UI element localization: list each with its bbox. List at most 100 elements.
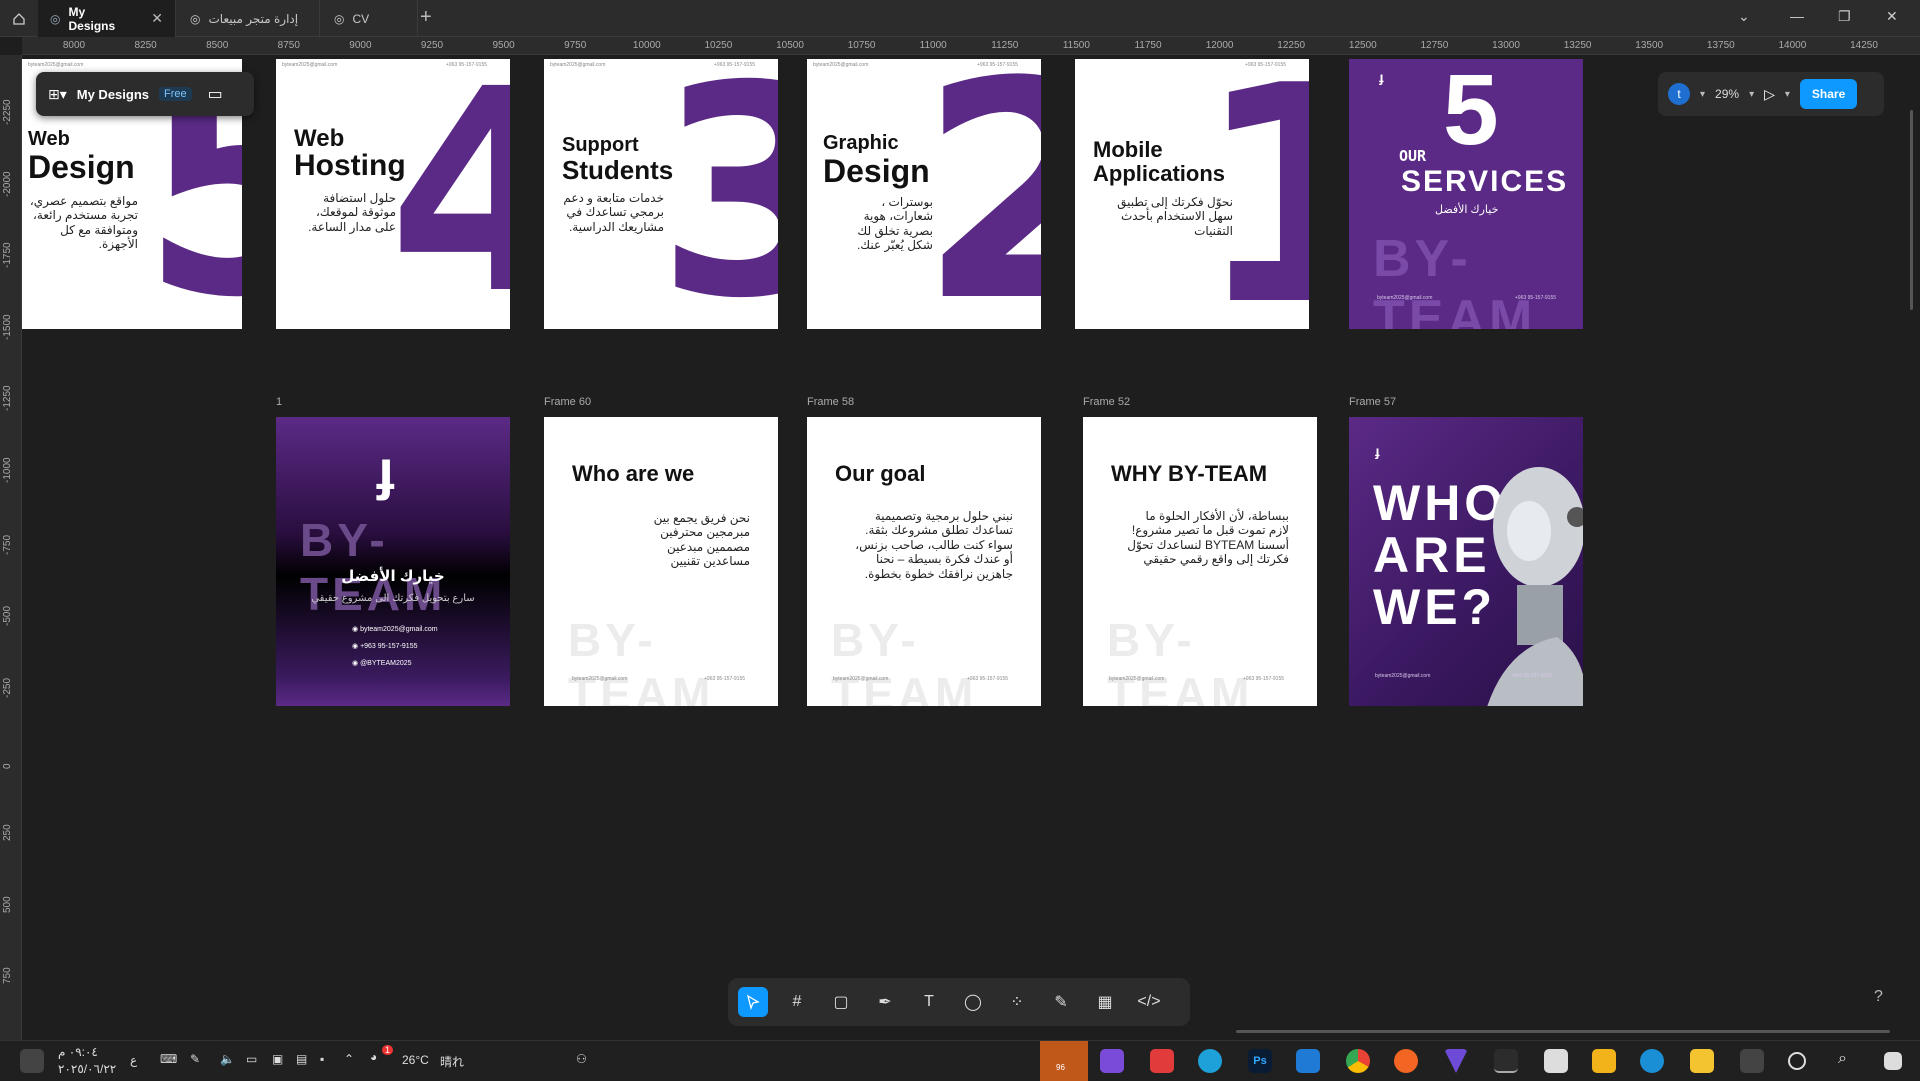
- people-icon[interactable]: ⚇: [576, 1052, 587, 1066]
- frame-label[interactable]: Frame 57: [1349, 396, 1396, 408]
- design-mode[interactable]: ▦: [1090, 987, 1120, 1017]
- home-icon[interactable]: [8, 8, 30, 30]
- draw-mode[interactable]: ✎: [1046, 987, 1076, 1017]
- frame-email: byteam2025@gmail.com: [1375, 673, 1431, 679]
- task-view-icon[interactable]: [1740, 1049, 1764, 1073]
- ruler-tick: -1250: [2, 385, 13, 412]
- telegram-icon[interactable]: 96: [1040, 1041, 1088, 1081]
- file-explorer-icon[interactable]: [1690, 1049, 1714, 1073]
- vscode-icon[interactable]: [1296, 1049, 1320, 1073]
- file-panel: ⊞▾ My Designs Free ▭: [36, 72, 254, 116]
- frame-mobile-applications[interactable]: +963 95-157-9155 1 Mobile Applications ن…: [1075, 59, 1309, 329]
- tab-my-designs[interactable]: ◎ My Designs ✕: [38, 0, 176, 37]
- store-icon[interactable]: [1592, 1049, 1616, 1073]
- figma-menu-icon[interactable]: ⊞▾: [48, 86, 67, 103]
- volume-icon[interactable]: 🔈: [220, 1052, 235, 1066]
- display-icon[interactable]: ▤: [296, 1052, 307, 1066]
- move-tool[interactable]: [738, 987, 768, 1017]
- minimize-button[interactable]: —: [1790, 8, 1804, 24]
- pen-tool[interactable]: ✒: [870, 987, 900, 1017]
- shape-tool[interactable]: ▢: [826, 987, 856, 1017]
- network-icon[interactable]: ▣: [272, 1052, 283, 1066]
- clock-date[interactable]: ٢٠٢٥/٠٦/٢٢: [58, 1062, 116, 1076]
- tab-sales-store[interactable]: ◎ إدارة متجر مبيعات: [178, 0, 320, 37]
- frame-label[interactable]: 1: [276, 396, 282, 408]
- figma-icon[interactable]: [1494, 1049, 1518, 1073]
- close-icon[interactable]: ✕: [151, 10, 163, 27]
- tab-cv[interactable]: ◎ CV: [322, 0, 418, 37]
- close-window-button[interactable]: ✕: [1886, 8, 1898, 25]
- visual-studio-icon[interactable]: [1100, 1049, 1124, 1073]
- design-canvas[interactable]: byteam2025@gmail.com 5 Web Design مواقع …: [22, 55, 1920, 1040]
- ruler-tick: 250: [2, 824, 13, 841]
- frame-our-goal[interactable]: Our goal نبني حلول برمجية وتصميمية تساعد…: [807, 417, 1041, 706]
- ruler-tick: 13000: [1492, 40, 1520, 51]
- postman-icon[interactable]: [1394, 1049, 1418, 1073]
- anydesk-icon[interactable]: [1150, 1049, 1174, 1073]
- frame-label[interactable]: Frame 52: [1083, 396, 1130, 408]
- dev-mode[interactable]: </>: [1134, 987, 1164, 1017]
- frame-phone: +963 95-157-9155: [967, 676, 1009, 682]
- chrome-icon[interactable]: [1346, 1049, 1370, 1073]
- frame-support-students[interactable]: byteam2025@gmail.com +963 95-157-9155 3 …: [544, 59, 778, 329]
- chevron-down-icon[interactable]: ⌄: [1738, 8, 1750, 25]
- frame-email: byteam2025@gmail.com: [833, 676, 889, 682]
- frame-arabic-text: ببساطة، لأن الأفكار الحلوة ما لازم تموت …: [1127, 509, 1289, 567]
- plan-badge[interactable]: Free: [159, 87, 192, 101]
- mail-icon[interactable]: [1544, 1049, 1568, 1073]
- app-tray-icon[interactable]: ▪: [320, 1052, 324, 1066]
- app-icon[interactable]: [1198, 1049, 1222, 1073]
- email-row: ◉ byteam2025@gmail.com: [352, 626, 438, 633]
- comment-icon: ◯: [964, 994, 982, 1011]
- frame-tool[interactable]: #: [782, 987, 812, 1017]
- help-button[interactable]: ?: [1874, 988, 1883, 1006]
- ruler-tick: 9000: [349, 40, 372, 51]
- avatar[interactable]: t: [1668, 83, 1690, 105]
- chevron-down-icon[interactable]: ▾: [1785, 89, 1790, 100]
- frame-arabic-text: خدمات متابعة و دعم برمجي تساعدك في مشاري…: [563, 191, 664, 234]
- edge-icon[interactable]: [1640, 1049, 1664, 1073]
- frame-logo[interactable]: ɟ BY-TEAM خيارك الأفضل سارع بتحويل فكرتك…: [276, 417, 510, 706]
- windows-start-icon[interactable]: [1884, 1052, 1902, 1070]
- frame-our-services[interactable]: ɟ 5 OUR SERVICES خيارك الأفضل BY-TEAM by…: [1349, 59, 1583, 329]
- play-icon[interactable]: ▷: [1764, 86, 1775, 103]
- temperature[interactable]: 26°C: [402, 1053, 429, 1067]
- frame-label[interactable]: Frame 60: [544, 396, 591, 408]
- rectangle-icon: ▢: [833, 994, 849, 1011]
- restore-button[interactable]: ❐: [1838, 8, 1851, 25]
- ruler-tick: 11500: [1062, 40, 1090, 51]
- chevron-up-icon[interactable]: ⌃: [344, 1052, 354, 1066]
- resources-tool[interactable]: ⁘: [1002, 987, 1032, 1017]
- horizontal-scrollbar[interactable]: [1236, 1030, 1890, 1033]
- ruler-tick: 10250: [704, 40, 733, 51]
- battery-icon[interactable]: ▭: [246, 1052, 257, 1066]
- text-tool[interactable]: T: [914, 987, 944, 1017]
- comment-tool[interactable]: ◯: [958, 987, 988, 1017]
- frame-web-hosting[interactable]: byteam2025@gmail.com +963 95-157-9155 4 …: [276, 59, 510, 329]
- cortana-icon[interactable]: [1788, 1052, 1806, 1070]
- new-tab-button[interactable]: +: [420, 6, 432, 29]
- frame-why-by-team[interactable]: WHY BY-TEAM ببساطة، لأن الأفكار الحلوة م…: [1083, 417, 1317, 706]
- search-icon[interactable]: ⌕: [1838, 1050, 1847, 1068]
- frame-arabic-text: حلول استضافة موثوقة لموقعك، على مدار الس…: [308, 191, 396, 234]
- vectors-icon[interactable]: [1444, 1049, 1468, 1073]
- chevron-down-icon[interactable]: ▾: [1749, 89, 1754, 100]
- zoom-level[interactable]: 29%: [1715, 87, 1739, 101]
- file-name[interactable]: My Designs: [77, 87, 149, 102]
- weather-text[interactable]: 晴れ: [440, 1053, 464, 1070]
- frame-phone: +963 95-157-9155: [1243, 676, 1285, 682]
- language-indicator[interactable]: ع: [130, 1053, 137, 1067]
- vertical-scrollbar[interactable]: [1910, 110, 1913, 310]
- frame-who-are-we[interactable]: Who are we نحن فريق يجمع بين مبرمجين محت…: [544, 417, 778, 706]
- frame-graphic-design[interactable]: byteam2025@gmail.com +963 95-157-9155 2 …: [807, 59, 1041, 329]
- notification-icon[interactable]: [20, 1049, 44, 1073]
- frame-who-are-we-robot[interactable]: ɟ WHO ARE WE? byteam2025@gmail.com +963 …: [1349, 417, 1583, 706]
- sidebar-toggle-icon[interactable]: ▭: [208, 84, 223, 104]
- share-button[interactable]: Share: [1799, 79, 1858, 109]
- frame-label[interactable]: Frame 58: [807, 396, 854, 408]
- keyboard-icon[interactable]: ⌨: [160, 1052, 177, 1066]
- photoshop-icon[interactable]: Ps: [1248, 1049, 1272, 1073]
- clock-time[interactable]: ٠٩:٠٤ م: [58, 1045, 98, 1059]
- pen-icon[interactable]: ✎: [190, 1052, 200, 1066]
- chevron-down-icon[interactable]: ▾: [1700, 89, 1705, 100]
